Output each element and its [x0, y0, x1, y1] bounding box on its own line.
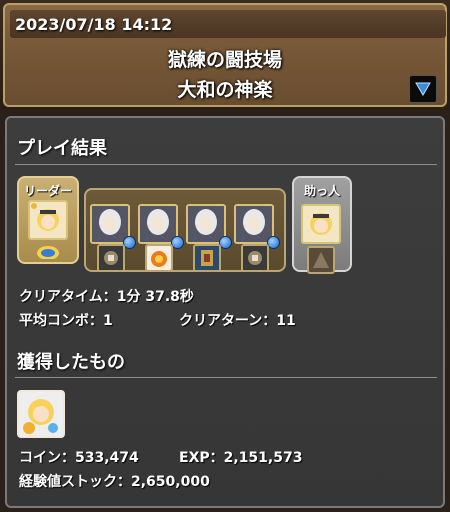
silver-hair-icon — [140, 206, 176, 242]
dropdown-toggle-button[interactable] — [409, 75, 437, 103]
exp-amount: EXP：2,151,573 — [179, 450, 303, 466]
leader-frame: リーダー — [17, 176, 79, 264]
fire-creature-icon — [147, 246, 171, 270]
triangle-down-icon — [415, 82, 431, 96]
sub-assist-3-icon[interactable] — [193, 244, 221, 272]
divider — [15, 377, 437, 378]
result-panel: プレイ結果 リーダー 助っ人 クリアタイム：1分 37.8秒 平均コンボ：1 ク… — [5, 116, 445, 508]
silver-hair-icon — [188, 206, 224, 242]
mech-icon — [243, 246, 267, 270]
average-combo: 平均コンボ：1 — [19, 313, 113, 329]
leader-tag: リーダー — [23, 184, 72, 198]
blonde-girl-icon — [303, 206, 339, 242]
rewards-title: 獲得したもの — [17, 352, 125, 373]
sub-assist-1-icon[interactable] — [97, 244, 125, 272]
clear-time: クリアタイム：1分 37.8秒 — [19, 289, 194, 305]
result-header: 2023/07/18 14:12 獄練の闘技場 大和の神楽 — [0, 0, 450, 110]
helper-tag: 助っ人 — [303, 184, 340, 198]
clear-turn: クリアターン：11 — [179, 313, 296, 329]
sub-assist-4-icon[interactable] — [241, 244, 269, 272]
divider — [15, 164, 437, 165]
blonde-girl-icon — [19, 392, 63, 436]
coin-amount: コイン：533,474 — [19, 450, 139, 466]
blue-shield-icon — [37, 246, 59, 259]
mech-icon — [99, 246, 123, 270]
armor-icon — [195, 246, 219, 270]
leader-assist-slot — [32, 243, 64, 259]
helper-frame: 助っ人 — [292, 176, 352, 274]
exp-stock: 経験値ストック：2,650,000 — [19, 474, 210, 490]
helper-assist-icon[interactable] — [307, 246, 335, 274]
stone-icon — [309, 248, 333, 272]
silver-hair-icon — [92, 206, 128, 242]
play-result-title: プレイ結果 — [17, 138, 107, 159]
sub-assist-2-icon[interactable] — [145, 244, 173, 272]
reward-item-icon[interactable] — [17, 390, 65, 438]
leader-monster-icon[interactable] — [28, 200, 68, 240]
header-banner: 2023/07/18 14:12 獄練の闘技場 大和の神楽 — [3, 3, 447, 107]
helper-monster-icon[interactable] — [301, 204, 341, 244]
silver-hair-icon — [236, 206, 272, 242]
play-datetime: 2023/07/18 14:12 — [15, 15, 173, 34]
dungeon-name: 獄練の闘技場 — [167, 49, 282, 71]
blonde-girl-icon — [30, 202, 66, 238]
floor-name: 大和の神楽 — [177, 79, 273, 101]
